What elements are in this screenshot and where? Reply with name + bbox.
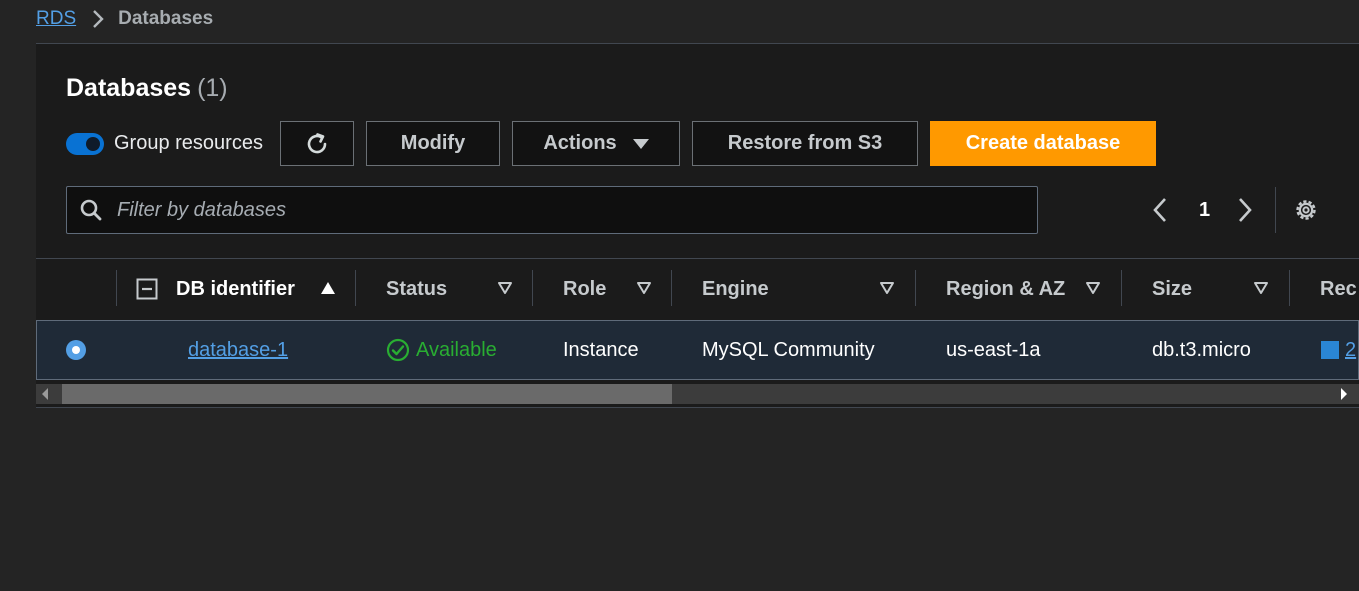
column-divider xyxy=(1289,270,1290,306)
resource-count: (1) xyxy=(197,74,228,102)
search-input[interactable] xyxy=(115,197,999,223)
db-identifier-cell: database-1 xyxy=(188,321,288,379)
column-divider xyxy=(915,270,916,306)
scrollbar-thumb[interactable] xyxy=(62,384,672,404)
divider xyxy=(1275,187,1276,233)
chevron-right-icon xyxy=(92,9,104,29)
status-cell: Available xyxy=(386,321,497,379)
engine-cell: MySQL Community xyxy=(702,338,875,361)
sort-icon xyxy=(879,278,895,301)
group-resources-toggle[interactable]: Group resources xyxy=(66,132,263,155)
actions-button[interactable]: Actions xyxy=(512,121,680,166)
rec-link[interactable]: 2 xyxy=(1345,339,1356,362)
caret-down-icon xyxy=(632,138,649,149)
column-header-engine[interactable]: Engine xyxy=(702,274,895,304)
column-label: Size xyxy=(1152,277,1193,300)
scroll-right-arrow-icon[interactable] xyxy=(1341,388,1347,400)
restore-from-s3-button[interactable]: Restore from S3 xyxy=(692,121,918,166)
breadcrumb-current: Databases xyxy=(118,8,214,29)
filter-search-box[interactable] xyxy=(66,186,1038,234)
rec-cell: 2 xyxy=(1321,321,1359,379)
column-divider xyxy=(671,270,672,306)
status-text: Available xyxy=(416,338,497,361)
column-label: Engine xyxy=(702,277,769,300)
size-cell: db.t3.micro xyxy=(1152,338,1251,361)
table-settings-button[interactable] xyxy=(1293,190,1319,230)
page-title-text: Databases xyxy=(66,74,192,102)
column-label: Rec xyxy=(1320,277,1357,300)
column-label: DB identifier xyxy=(176,277,295,300)
divider xyxy=(36,258,1359,259)
gear-icon xyxy=(1293,197,1319,223)
refresh-icon xyxy=(304,131,330,157)
column-divider xyxy=(355,270,356,306)
toggle-knob xyxy=(86,136,100,151)
column-divider xyxy=(1121,270,1122,306)
column-header-size[interactable]: Size xyxy=(1152,274,1269,304)
sort-icon xyxy=(1085,278,1101,301)
sort-icon xyxy=(1253,278,1269,301)
toggle-switch[interactable] xyxy=(66,132,104,155)
search-icon xyxy=(79,198,103,222)
column-header-status[interactable]: Status xyxy=(386,274,513,304)
radio-button[interactable] xyxy=(66,340,86,360)
column-header-role[interactable]: Role xyxy=(563,274,652,304)
db-identifier-link[interactable]: database-1 xyxy=(188,339,288,362)
previous-page-button[interactable] xyxy=(1152,190,1168,230)
region-az-cell: us-east-1a xyxy=(946,338,1041,361)
table-row[interactable]: database-1 Available Instance MySQL Comm… xyxy=(36,320,1359,380)
column-label: Region & AZ xyxy=(946,277,1066,300)
horizontal-scrollbar[interactable] xyxy=(36,381,1359,408)
column-divider xyxy=(116,270,117,306)
group-resources-label: Group resources xyxy=(114,132,263,154)
modify-button[interactable]: Modify xyxy=(366,121,500,166)
page-number[interactable]: 1 xyxy=(1199,190,1210,230)
check-circle-icon xyxy=(386,338,410,362)
refresh-button[interactable] xyxy=(280,121,354,166)
column-divider xyxy=(532,270,533,306)
column-label: Status xyxy=(386,277,448,300)
column-header-db-identifier[interactable]: DB identifier xyxy=(136,274,336,304)
create-database-button[interactable]: Create database xyxy=(930,121,1156,166)
square-icon xyxy=(1321,341,1339,359)
scroll-left-arrow-icon[interactable] xyxy=(42,388,48,400)
column-header-region-az[interactable]: Region & AZ xyxy=(946,274,1101,304)
actions-label: Actions xyxy=(543,132,617,154)
sort-icon xyxy=(497,278,513,301)
radio-dot xyxy=(72,346,80,354)
column-label: Role xyxy=(563,277,607,300)
breadcrumb-rds-link[interactable]: RDS xyxy=(36,8,76,30)
row-select-radio[interactable] xyxy=(66,321,86,379)
next-page-button[interactable] xyxy=(1237,190,1253,230)
column-header-rec[interactable]: Rec xyxy=(1320,274,1359,304)
sort-ascending-icon xyxy=(320,278,336,301)
databases-panel: Databases (1) Group resources Modify Acti… xyxy=(36,44,1359,408)
page-title: Databases (1) xyxy=(66,74,228,103)
role-cell: Instance xyxy=(563,338,639,361)
collapse-all-icon[interactable] xyxy=(136,278,158,300)
breadcrumb: RDS Databases xyxy=(36,8,213,30)
sort-icon xyxy=(636,278,652,301)
